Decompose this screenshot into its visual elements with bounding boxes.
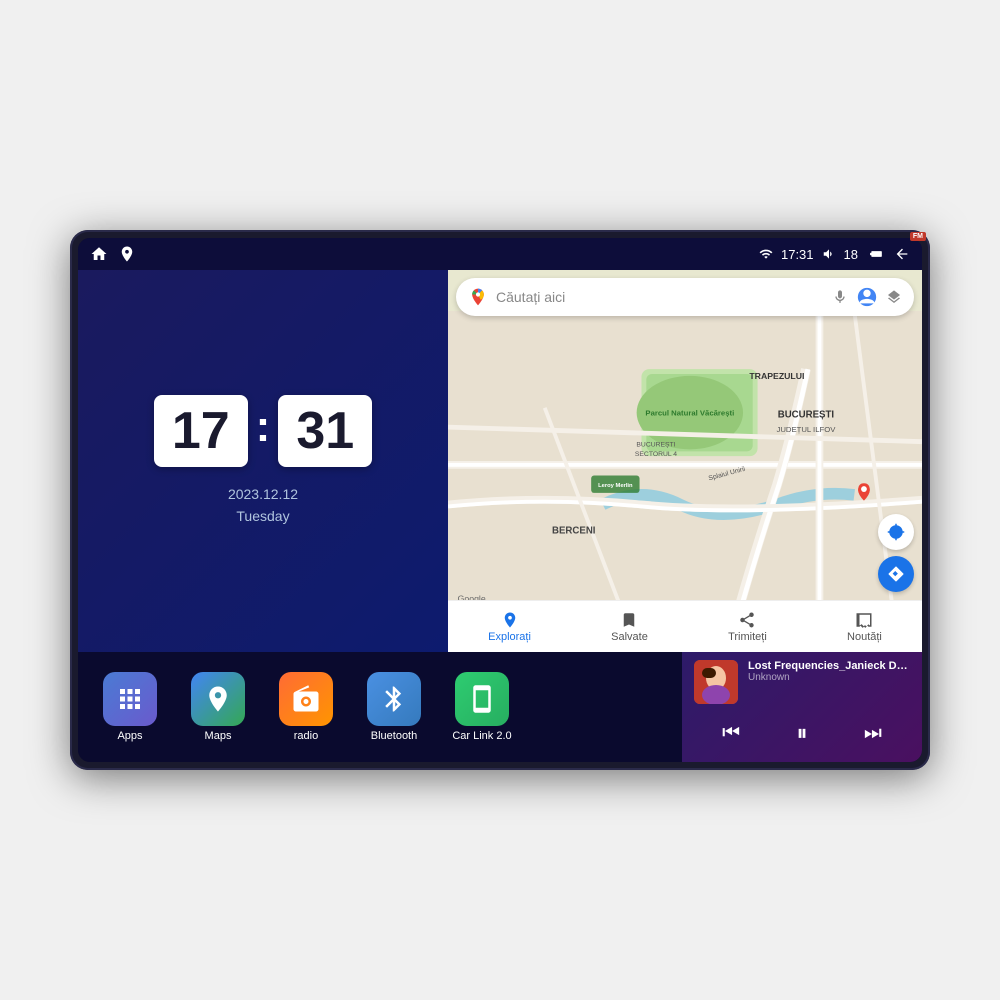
location-btn[interactable] [878, 514, 914, 550]
clock-date: 2023.12.12 Tuesday [228, 483, 298, 528]
account-icon[interactable] [856, 286, 878, 308]
layers-icon[interactable] [886, 289, 902, 305]
apps-icon [103, 672, 157, 726]
main-content: 17 : 31 2023.12.12 Tuesday [78, 270, 922, 762]
bluetooth-label: Bluetooth [371, 730, 417, 742]
bluetooth-icon-bg [367, 672, 421, 726]
map-nav-explore[interactable]: Explorați [488, 611, 531, 643]
music-top: Lost Frequencies_Janieck Devy-... Unknow… [694, 660, 910, 704]
car-screen-device: 17:31 18 [70, 230, 930, 770]
svg-text:Leroy Merlin: Leroy Merlin [598, 483, 633, 489]
apps-label: Apps [117, 730, 142, 742]
music-prev-btn[interactable]: ⏮ [714, 718, 748, 749]
maps-icon [191, 672, 245, 726]
radio-icon-bg: FM [279, 672, 333, 726]
svg-text:BUCUREȘTI: BUCUREȘTI [778, 409, 835, 420]
map-nav-news[interactable]: Noutăți [847, 611, 882, 643]
app-item-apps[interactable]: Apps [94, 672, 166, 742]
clock-panel: 17 : 31 2023.12.12 Tuesday [78, 270, 448, 652]
music-play-btn[interactable]: ⏸ [788, 716, 815, 750]
volume-level: 18 [844, 247, 858, 262]
status-right: 17:31 18 [759, 246, 910, 262]
map-search-right [832, 286, 902, 308]
home-icon[interactable] [90, 245, 108, 263]
music-info: Lost Frequencies_Janieck Devy-... Unknow… [748, 660, 910, 683]
clock-colon: : [256, 402, 271, 452]
top-section: 17 : 31 2023.12.12 Tuesday [78, 270, 922, 652]
app-item-maps[interactable]: Maps [182, 672, 254, 742]
google-maps-icon [468, 287, 488, 307]
status-bar: 17:31 18 [78, 238, 922, 270]
svg-text:BUCUREȘTI: BUCUREȘTI [636, 441, 675, 448]
back-icon[interactable] [894, 246, 910, 262]
radio-label: radio [294, 730, 318, 742]
screen: 17:31 18 [78, 238, 922, 762]
svg-text:SECTORUL 4: SECTORUL 4 [635, 451, 677, 458]
navigation-icon [887, 565, 905, 583]
music-controls: ⏮ ⏸ ⏭ [694, 716, 910, 750]
clock-minutes: 31 [278, 395, 372, 467]
map-panel[interactable]: Parcul Natural Văcărești TRAPEZULUI BUCU… [448, 270, 922, 652]
map-nav-saved[interactable]: Salvate [611, 611, 648, 643]
bottom-section: Apps Maps [78, 652, 922, 762]
map-nav-share[interactable]: Trimiteți [728, 611, 767, 643]
music-artist: Unknown [748, 672, 910, 683]
svg-text:JUDEȚUL ILFOV: JUDEȚUL ILFOV [776, 425, 836, 434]
apps-row: Apps Maps [78, 652, 682, 762]
svg-text:Parcul Natural Văcărești: Parcul Natural Văcărești [645, 409, 734, 418]
map-bottom-bar: Explorați Salvate Trimiteți Noutăți [448, 600, 922, 652]
music-title: Lost Frequencies_Janieck Devy-... [748, 660, 910, 672]
clock-hours: 17 [154, 395, 248, 467]
mic-icon[interactable] [832, 289, 848, 305]
map-background: Parcul Natural Văcărești TRAPEZULUI BUCU… [448, 270, 922, 652]
map-right-controls [878, 514, 914, 592]
signal-icon [759, 247, 773, 261]
music-panel: Lost Frequencies_Janieck Devy-... Unknow… [682, 652, 922, 762]
carlink-label: Car Link 2.0 [452, 730, 511, 742]
battery-icon [866, 247, 886, 261]
status-time: 17:31 [781, 247, 814, 262]
music-album-art [694, 660, 738, 704]
map-search-bar[interactable]: Căutați aici [456, 278, 914, 316]
clock-display: 17 : 31 [154, 395, 372, 467]
maps-status-icon[interactable] [118, 245, 136, 263]
carlink-icon-bg [455, 672, 509, 726]
svg-text:BERCENI: BERCENI [552, 526, 596, 537]
maps-label: Maps [205, 730, 232, 742]
navigation-btn[interactable] [878, 556, 914, 592]
app-item-bluetooth[interactable]: Bluetooth [358, 672, 430, 742]
volume-icon [822, 247, 836, 261]
status-left [90, 245, 136, 263]
svg-text:TRAPEZULUI: TRAPEZULUI [749, 371, 804, 381]
album-art-image [694, 660, 738, 704]
map-search-text[interactable]: Căutați aici [496, 289, 824, 305]
music-next-btn[interactable]: ⏭ [856, 718, 890, 749]
app-item-radio[interactable]: FM radio [270, 672, 342, 742]
app-item-carlink[interactable]: Car Link 2.0 [446, 672, 518, 742]
my-location-icon [887, 523, 905, 541]
